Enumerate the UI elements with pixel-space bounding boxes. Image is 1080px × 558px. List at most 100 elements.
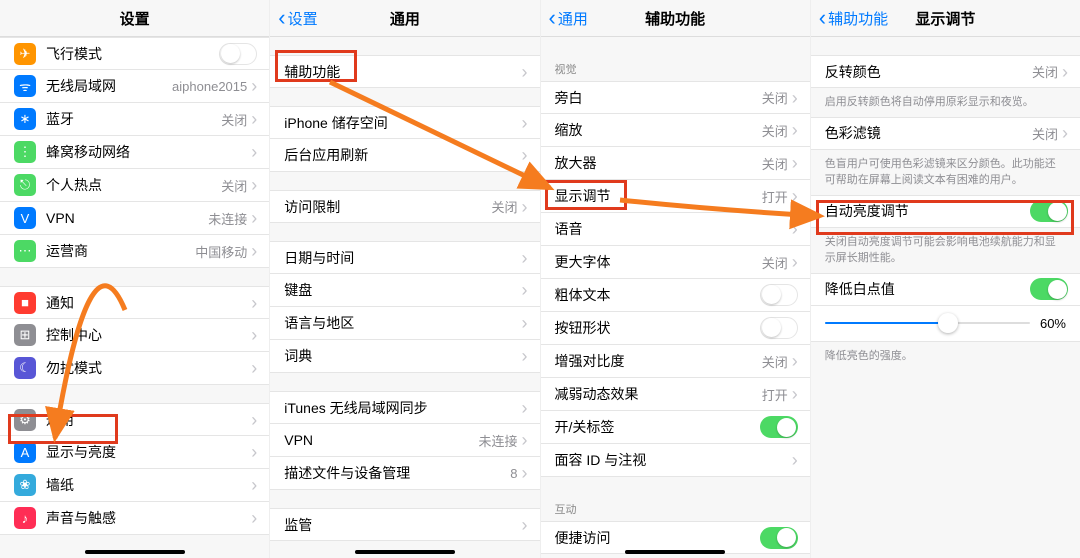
settings-row[interactable]: 增强对比度关闭› — [541, 345, 810, 378]
chevron-right-icon: › — [522, 146, 528, 164]
settings-row[interactable]: 开/关标签 — [541, 411, 810, 444]
settings-row[interactable]: 旁白关闭› — [541, 81, 810, 114]
settings-row[interactable]: iTunes 无线局域网同步› — [270, 391, 539, 424]
row-value: 中国移动 — [195, 242, 247, 261]
settings-row[interactable]: 监管› — [270, 508, 539, 541]
settings-row[interactable]: 后台应用刷新› — [270, 139, 539, 172]
row-icon: ⚙ — [14, 409, 36, 431]
settings-row[interactable]: VPN未连接› — [270, 424, 539, 457]
settings-row[interactable]: 缩放关闭› — [541, 114, 810, 147]
row-label: iTunes 无线局域网同步 — [284, 398, 521, 418]
settings-row[interactable]: 自动亮度调节 — [811, 195, 1080, 228]
settings-row[interactable]: 更大字体关闭› — [541, 246, 810, 279]
settings-row[interactable]: 描述文件与设备管理8› — [270, 457, 539, 490]
white-point-slider-row: 60% — [811, 306, 1080, 342]
row-label: 旁白 — [555, 88, 762, 108]
settings-row[interactable]: ⋯运营商中国移动› — [0, 235, 269, 268]
row-label: 语言与地区 — [284, 313, 521, 333]
settings-row[interactable]: ♪声音与触感› — [0, 502, 269, 535]
back-button[interactable]: ‹设置 — [278, 7, 317, 29]
settings-row[interactable]: 语言与地区› — [270, 307, 539, 340]
row-label: 个人热点 — [46, 175, 221, 195]
row-label: 辅助功能 — [284, 62, 521, 82]
settings-row[interactable]: ⚙通用› — [0, 403, 269, 436]
settings-row[interactable]: ❀墙纸› — [0, 469, 269, 502]
settings-row[interactable]: ⋮蜂窝移动网络› — [0, 136, 269, 169]
chevron-right-icon: › — [792, 352, 798, 370]
row-label: 粗体文本 — [555, 285, 760, 305]
row-value: 关闭 — [762, 154, 788, 173]
toggle-switch[interactable] — [760, 284, 798, 306]
settings-row[interactable]: ᯤ无线局域网aiphone2015› — [0, 70, 269, 103]
settings-row[interactable]: 降低白点值 — [811, 273, 1080, 306]
chevron-right-icon: › — [251, 359, 257, 377]
chevron-left-icon: ‹ — [819, 7, 826, 29]
row-label: iPhone 储存空间 — [284, 113, 521, 133]
settings-row[interactable]: A显示与亮度› — [0, 436, 269, 469]
settings-row[interactable]: 语音› — [541, 213, 810, 246]
chevron-right-icon: › — [792, 89, 798, 107]
chevron-left-icon: ‹ — [549, 7, 556, 29]
settings-row[interactable]: ☾ 勿扰模式› — [0, 352, 269, 385]
settings-row[interactable]: 访问限制关闭› — [270, 190, 539, 223]
toggle-switch[interactable] — [760, 416, 798, 438]
row-value: 关闭 — [762, 352, 788, 371]
chevron-right-icon: › — [522, 399, 528, 417]
row-label: 运营商 — [46, 241, 195, 261]
chevron-right-icon: › — [792, 154, 798, 172]
settings-row[interactable]: VVPN未连接› — [0, 202, 269, 235]
settings-row[interactable]: 色彩滤镜关闭› — [811, 117, 1080, 150]
chevron-right-icon: › — [522, 516, 528, 534]
row-label: 后台应用刷新 — [284, 145, 521, 165]
settings-row[interactable]: 放大器关闭› — [541, 147, 810, 180]
settings-row[interactable]: 按钮形状 — [541, 312, 810, 345]
header: ‹辅助功能 显示调节 — [811, 0, 1080, 37]
toggle-switch[interactable] — [219, 43, 257, 65]
row-icon: ☾ — [14, 357, 36, 379]
toggle-switch[interactable] — [760, 527, 798, 549]
toggle-switch[interactable] — [760, 317, 798, 339]
chevron-right-icon: › — [792, 220, 798, 238]
row-value: 关闭 — [1032, 62, 1058, 81]
chevron-right-icon: › — [251, 326, 257, 344]
row-value: 关闭 — [762, 88, 788, 107]
back-button[interactable]: ‹辅助功能 — [819, 7, 888, 29]
row-label: 放大器 — [555, 153, 762, 173]
row-label: 开/关标签 — [555, 417, 760, 437]
chevron-right-icon: › — [522, 249, 528, 267]
chevron-right-icon: › — [522, 281, 528, 299]
back-button[interactable]: ‹通用 — [549, 7, 588, 29]
settings-row[interactable]: 辅助功能› — [270, 55, 539, 88]
row-label: 勿扰模式 — [46, 358, 251, 378]
settings-row[interactable]: 词典› — [270, 340, 539, 373]
row-label: VPN — [46, 210, 208, 226]
toggle-switch[interactable] — [1030, 200, 1068, 222]
settings-row[interactable]: ■通知› — [0, 286, 269, 319]
white-point-slider[interactable] — [825, 322, 1030, 324]
settings-row[interactable]: 减弱动态效果打开› — [541, 378, 810, 411]
settings-col: 设置 ✈飞行模式ᯤ无线局域网aiphone2015›∗蓝牙关闭›⋮蜂窝移动网络›… — [0, 0, 270, 558]
toggle-switch[interactable] — [1030, 278, 1068, 300]
settings-row[interactable]: 面容 ID 与注视› — [541, 444, 810, 477]
settings-row[interactable]: 键盘› — [270, 274, 539, 307]
settings-row[interactable]: ✈飞行模式 — [0, 37, 269, 70]
settings-row[interactable]: 反转颜色关闭› — [811, 55, 1080, 88]
settings-row[interactable]: 日期与时间› — [270, 241, 539, 274]
row-label: 键盘 — [284, 280, 521, 300]
settings-row[interactable]: 显示调节打开› — [541, 180, 810, 213]
row-value: 关闭 — [1032, 124, 1058, 143]
chevron-right-icon: › — [522, 431, 528, 449]
row-icon: ∗ — [14, 108, 36, 130]
row-value: 关闭 — [762, 121, 788, 140]
chevron-right-icon: › — [251, 209, 257, 227]
settings-row[interactable]: ∗蓝牙关闭› — [0, 103, 269, 136]
settings-row[interactable]: ⎋个人热点关闭› — [0, 169, 269, 202]
home-indicator — [85, 550, 185, 554]
settings-row[interactable]: 粗体文本 — [541, 279, 810, 312]
chevron-right-icon: › — [251, 294, 257, 312]
page-title: 显示调节 — [915, 8, 975, 29]
settings-row[interactable]: iPhone 储存空间› — [270, 106, 539, 139]
settings-row[interactable]: ⊞控制中心› — [0, 319, 269, 352]
page-title: 通用 — [390, 8, 420, 29]
footer-note: 关闭自动亮度调节可能会影响电池续航能力和显示屏长期性能。 — [811, 228, 1080, 273]
